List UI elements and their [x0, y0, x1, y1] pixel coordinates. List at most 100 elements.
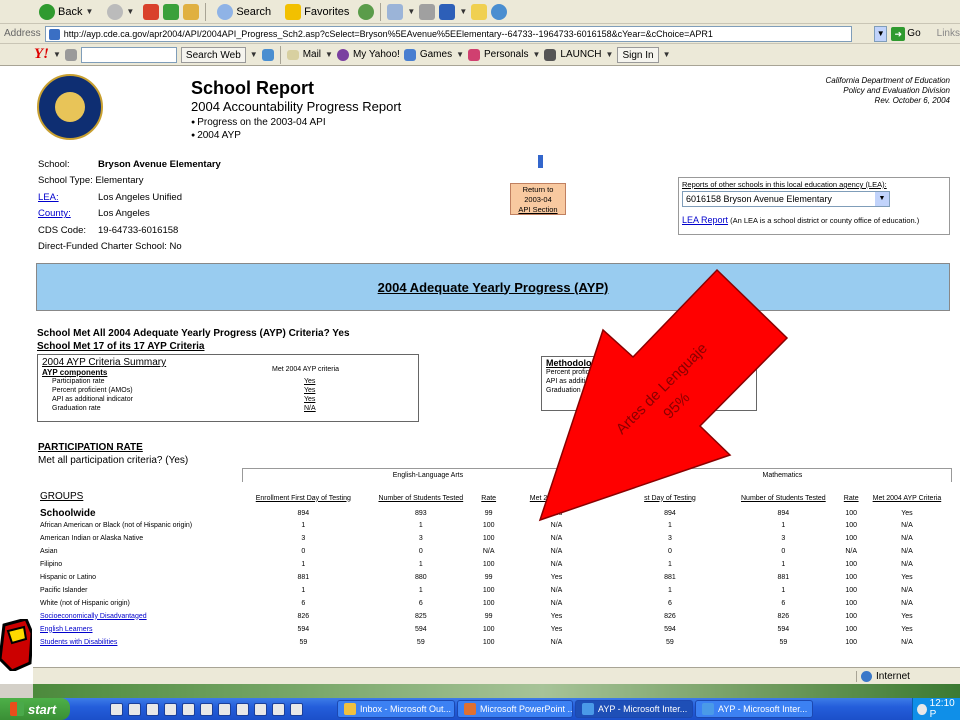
quicklaunch-icon[interactable]: [128, 702, 141, 716]
games-dropdown-icon[interactable]: ▼: [456, 50, 464, 59]
back-dropdown-icon[interactable]: ▼: [85, 7, 93, 16]
table-cell: N/A: [901, 560, 913, 568]
powerpoint-icon: [464, 703, 476, 715]
quicklaunch-icon[interactable]: [236, 702, 249, 716]
search-web-dropdown-icon[interactable]: ▼: [250, 50, 258, 59]
table-cell: Yes: [901, 509, 913, 517]
county-link[interactable]: County:: [38, 208, 98, 219]
participation-title: PARTICIPATION RATE: [38, 442, 143, 453]
criteria-components: AYP components: [42, 368, 108, 377]
games-link[interactable]: Games: [420, 49, 452, 60]
table-cell: 1: [418, 521, 423, 529]
mail-dropdown-icon[interactable]: ▼: [325, 50, 333, 59]
sign-in-button[interactable]: Sign In: [617, 46, 659, 63]
chevron-down-icon[interactable]: ▼: [875, 192, 889, 206]
table-row: American Indian or Alaska Native 3 3 100 N/A…: [36, 532, 952, 545]
search-web-button[interactable]: Search Web: [180, 46, 246, 63]
lea-value: Los Angeles Unified: [98, 191, 182, 203]
charter-row: Direct-Funded Charter School: No: [38, 239, 221, 256]
stop-icon[interactable]: [143, 3, 160, 20]
messenger-icon[interactable]: [491, 3, 508, 20]
group-link[interactable]: English Learners: [36, 623, 243, 636]
criteria-met-label: Met 2004 AYP criteria: [272, 366, 340, 373]
group-link[interactable]: Socioeconomically Disadvantaged: [36, 610, 243, 623]
table-cell: 594: [777, 625, 790, 633]
table-cell: 100: [482, 638, 495, 646]
group-name: African American or Black (not of Hispan…: [40, 521, 193, 529]
quicklaunch-icon[interactable]: [110, 702, 123, 716]
agency-line: Policy and Evaluation Division: [843, 86, 950, 95]
sign-in-dropdown-icon[interactable]: ▼: [663, 50, 671, 59]
quicklaunch-icon[interactable]: [290, 702, 303, 716]
highlight-icon[interactable]: [261, 48, 274, 61]
quicklaunch-icon[interactable]: [182, 702, 195, 716]
url-dropdown-icon[interactable]: ▼: [874, 25, 888, 42]
mail-link[interactable]: Mail: [303, 49, 321, 60]
school-select-value: 6016158 Bryson Avenue Elementary: [686, 194, 832, 204]
taskbar: start Inbox - Microsoft Out... Microsoft…: [0, 698, 960, 720]
quicklaunch-icon[interactable]: [218, 702, 231, 716]
task-ie-active[interactable]: AYP - Microsoft Inter...: [575, 700, 693, 718]
table-cell: 100: [845, 534, 858, 542]
yahoo-dropdown-icon[interactable]: ▼: [53, 50, 61, 59]
table-row: Pacific Islander 1 1 100 N/A 1 1 100 N/A: [36, 584, 952, 597]
mail-dropdown-icon[interactable]: ▼: [407, 7, 415, 16]
return-line: Return to: [522, 185, 554, 194]
table-cell: 59: [666, 638, 674, 646]
table-cell: 100: [845, 625, 858, 633]
school-row: School: Bryson Avenue Elementary: [38, 156, 221, 173]
refresh-icon[interactable]: [163, 3, 180, 20]
home-icon[interactable]: [183, 3, 200, 20]
edit-dropdown-icon[interactable]: ▼: [459, 7, 467, 16]
quicklaunch-icon[interactable]: [146, 702, 159, 716]
criteria-label: Graduation rate: [52, 405, 101, 412]
school-select[interactable]: 6016158 Bryson Avenue Elementary ▼: [682, 191, 890, 207]
lea-report-link[interactable]: LEA Report: [682, 215, 728, 225]
personals-dropdown-icon[interactable]: ▼: [532, 50, 540, 59]
lea-link[interactable]: LEA:: [38, 192, 98, 203]
yahoo-search-input[interactable]: [80, 46, 177, 63]
go-button[interactable]: ➜ Go: [891, 26, 921, 41]
search-button[interactable]: Search: [212, 2, 276, 22]
address-bar: Address http://ayp.cde.ca.gov/apr2004/AP…: [0, 24, 960, 44]
personals-link[interactable]: Personals: [484, 49, 528, 60]
discuss-icon[interactable]: [471, 3, 488, 20]
quicklaunch-icon[interactable]: [200, 702, 213, 716]
group-link[interactable]: Students with Disabilities: [36, 636, 243, 649]
mail-icon[interactable]: [387, 3, 404, 20]
back-button[interactable]: Back ▼: [34, 2, 98, 22]
criteria-rows: Participation rate Yes Percent proficient…: [42, 378, 414, 414]
history-icon[interactable]: [358, 3, 375, 20]
zone-label: Internet: [876, 670, 910, 682]
group-name: White (not of Hispanic origin): [40, 599, 130, 607]
page-title: School Report: [191, 78, 315, 98]
task-outlook[interactable]: Inbox - Microsoft Out...: [337, 700, 455, 718]
table-cell: 894: [664, 509, 676, 517]
launch-dropdown-icon[interactable]: ▼: [606, 50, 614, 59]
forward-button[interactable]: ▼: [102, 2, 139, 22]
favorites-label: Favorites: [304, 5, 350, 18]
print-icon[interactable]: [419, 3, 436, 20]
forward-arrow-icon: [107, 3, 124, 20]
task-powerpoint[interactable]: Microsoft PowerPoint ...: [457, 700, 573, 718]
word-icon[interactable]: [439, 3, 456, 20]
start-button[interactable]: start: [0, 698, 70, 720]
table-cell: 100: [845, 638, 858, 646]
table-cell: 59: [416, 638, 425, 646]
launch-link[interactable]: LAUNCH: [560, 49, 601, 60]
yahoo-logo-icon[interactable]: Y!: [34, 46, 49, 63]
url-field[interactable]: http://ayp.cde.ca.gov/apr2004/API/2004AP…: [44, 25, 852, 42]
pencil-icon[interactable]: [64, 48, 77, 61]
links-label[interactable]: Links: [937, 28, 960, 39]
met-all-criteria: School Met All 2004 Adequate Yearly Prog…: [37, 328, 350, 339]
my-yahoo-link[interactable]: My Yahoo!: [353, 49, 400, 60]
tray-icon[interactable]: [917, 703, 927, 715]
quicklaunch-icon[interactable]: [164, 702, 177, 716]
forward-dropdown-icon[interactable]: ▼: [126, 7, 134, 16]
task-ie[interactable]: AYP - Microsoft Inter...: [695, 700, 813, 718]
quicklaunch-icon[interactable]: [272, 702, 285, 716]
return-to-api-button[interactable]: Return to 2003-04 API Section: [510, 183, 566, 215]
table-cell: 99: [484, 612, 493, 620]
quicklaunch-icon[interactable]: [254, 702, 267, 716]
favorites-button[interactable]: Favorites: [280, 2, 354, 22]
